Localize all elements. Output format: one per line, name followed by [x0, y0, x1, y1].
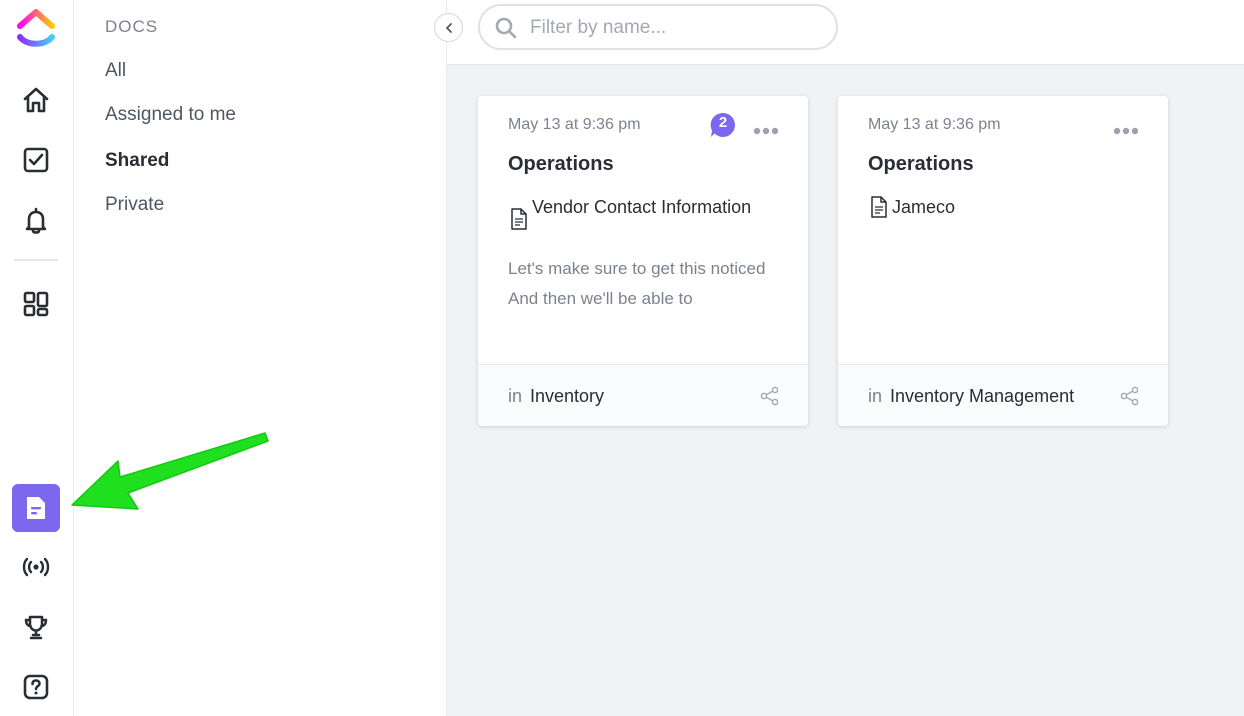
goals-icon[interactable]: [12, 603, 60, 651]
sidebar-item-all[interactable]: All: [105, 60, 126, 82]
home-icon[interactable]: [12, 76, 60, 124]
rail-divider: [14, 259, 58, 261]
search-input[interactable]: [530, 15, 820, 41]
location-link[interactable]: Inventory Management: [890, 386, 1074, 407]
more-options-icon[interactable]: [1113, 122, 1139, 140]
document-icon: [870, 196, 888, 223]
card-title: Operations: [868, 153, 974, 175]
doc-card[interactable]: May 13 at 9:36 pm Operations Jameco in I…: [838, 96, 1168, 426]
card-date: May 13 at 9:36 pm: [868, 116, 1001, 133]
tasks-icon[interactable]: [12, 136, 60, 184]
document-icon: [510, 208, 528, 235]
share-icon[interactable]: [1120, 386, 1140, 411]
help-icon[interactable]: [12, 663, 60, 711]
comment-count-badge[interactable]: 2: [710, 112, 736, 138]
card-footer: in Inventory Management: [838, 364, 1168, 426]
card-footer: in Inventory: [478, 364, 808, 426]
sidebar-item-assigned-to-me[interactable]: Assigned to me: [105, 104, 236, 126]
comment-count: 2: [718, 114, 728, 131]
docs-icon[interactable]: [12, 484, 60, 532]
chevron-left-icon: [445, 22, 452, 33]
search-icon: [494, 16, 518, 45]
share-icon[interactable]: [760, 386, 780, 411]
doc-preview: Let's make sure to get this noticed And …: [508, 259, 766, 308]
location-prefix: in: [868, 386, 883, 406]
doc-name: Jameco: [892, 197, 956, 217]
collapse-sidebar-button[interactable]: [434, 13, 463, 42]
search-box[interactable]: [478, 4, 838, 50]
doc-card[interactable]: May 13 at 9:36 pm 2 Operations Vendor Co…: [478, 96, 808, 426]
notifications-icon[interactable]: [12, 196, 60, 244]
doc-name: Vendor Contact Information: [532, 197, 752, 217]
location-prefix: in: [508, 386, 523, 406]
card-date: May 13 at 9:36 pm: [508, 116, 641, 133]
card-title: Operations: [508, 153, 614, 175]
location-link[interactable]: Inventory: [530, 386, 604, 407]
clickup-logo[interactable]: [15, 6, 57, 52]
docs-sidebar: DOCS All Assigned to me Shared Private: [74, 0, 447, 716]
dashboards-icon[interactable]: [12, 280, 60, 328]
left-rail: [0, 0, 74, 716]
sidebar-item-private[interactable]: Private: [105, 194, 164, 216]
sidebar-item-shared[interactable]: Shared: [105, 150, 169, 172]
docs-grid: May 13 at 9:36 pm 2 Operations Vendor Co…: [447, 65, 1244, 716]
sidebar-heading: DOCS: [105, 17, 159, 36]
top-bar: [447, 0, 1244, 65]
more-options-icon[interactable]: [753, 122, 779, 140]
pulse-icon[interactable]: [12, 543, 60, 591]
